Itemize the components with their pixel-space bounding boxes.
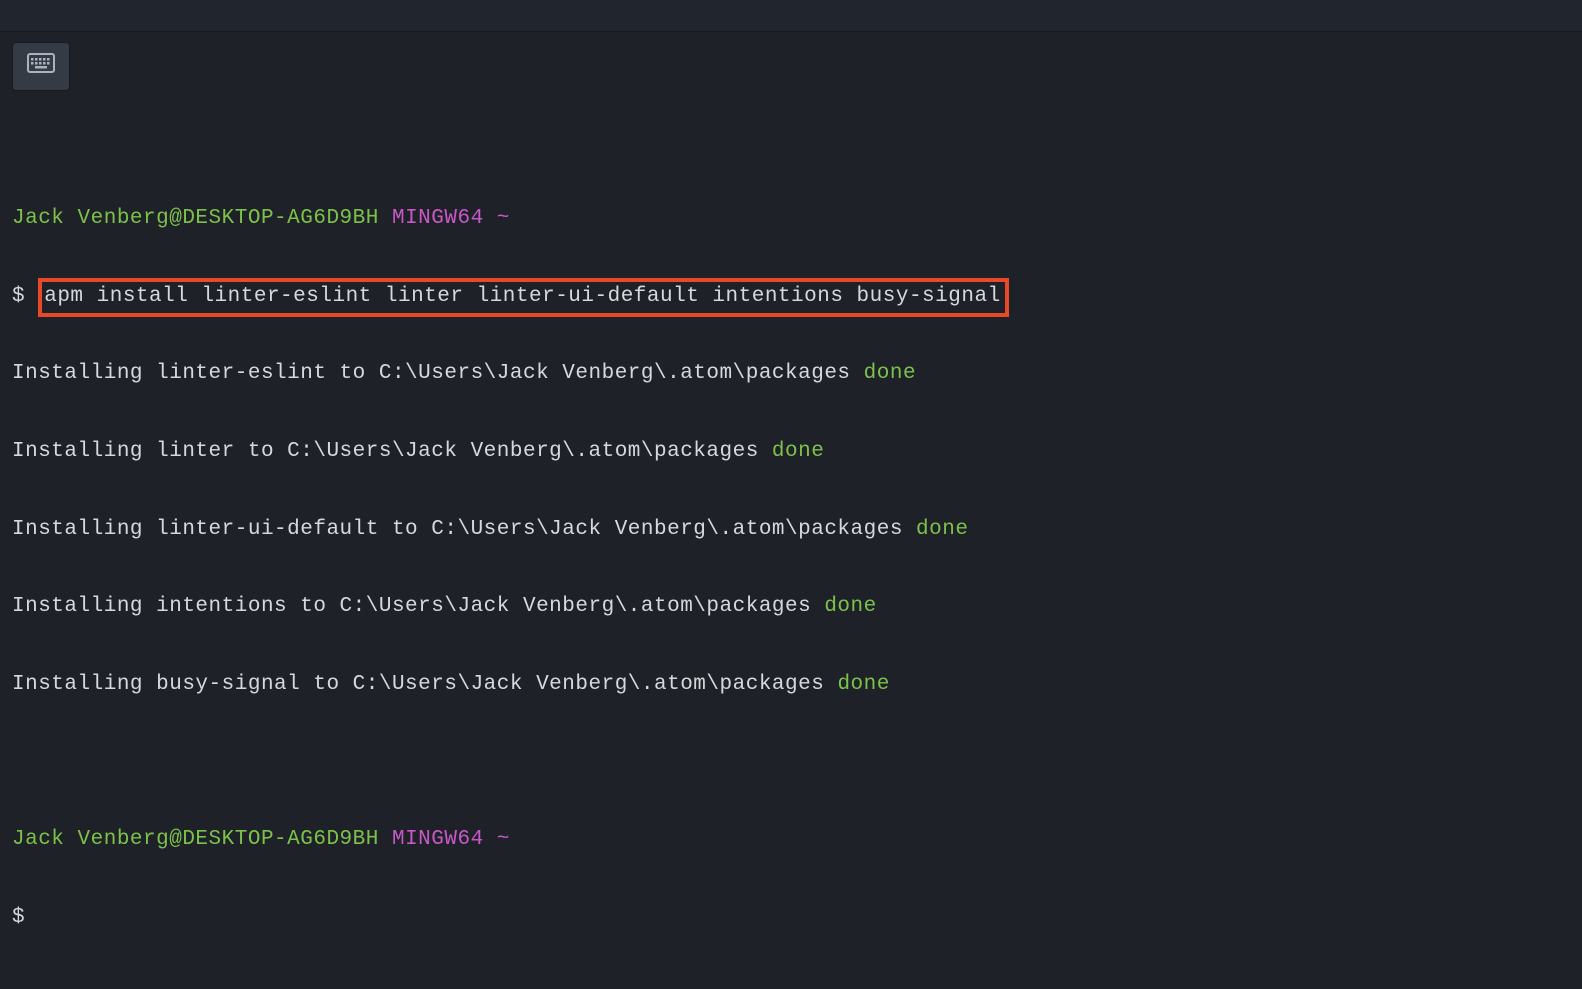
- prompt-sigil: $: [12, 906, 25, 929]
- output-status: done: [916, 518, 968, 541]
- output-text: Installing linter-eslint to C:\Users\Jac…: [12, 362, 864, 385]
- output-text: Installing intentions to C:\Users\Jack V…: [12, 595, 824, 618]
- output-status: done: [772, 440, 824, 463]
- prompt-line-1: Jack Venberg@DESKTOP-AG6D9BH MINGW64 ~: [12, 200, 1570, 239]
- prompt-path: ~: [497, 828, 510, 851]
- output-line: Installing linter to C:\Users\Jack Venbe…: [12, 433, 1570, 472]
- blank-line: [12, 744, 1570, 783]
- output-status: done: [837, 673, 889, 696]
- output-line: Installing busy-signal to C:\Users\Jack …: [12, 666, 1570, 705]
- prompt-env: MINGW64: [392, 828, 484, 851]
- terminal-output[interactable]: Jack Venberg@DESKTOP-AG6D9BH MINGW64 ~ $…: [0, 101, 1582, 989]
- keyboard-icon: [27, 53, 55, 80]
- prompt-env: MINGW64: [392, 207, 484, 230]
- keyboard-button[interactable]: [12, 42, 70, 91]
- command-text: apm install linter-eslint linter linter-…: [44, 285, 1000, 308]
- output-line: Installing intentions to C:\Users\Jack V…: [12, 588, 1570, 627]
- output-text: Installing busy-signal to C:\Users\Jack …: [12, 673, 837, 696]
- output-text: Installing linter to C:\Users\Jack Venbe…: [12, 440, 772, 463]
- command-line-1: $ apm install linter-eslint linter linte…: [12, 278, 1570, 317]
- title-bar: [0, 0, 1582, 32]
- highlighted-command: apm install linter-eslint linter linter-…: [38, 278, 1008, 317]
- output-line: Installing linter-eslint to C:\Users\Jac…: [12, 355, 1570, 394]
- prompt-sigil: $: [12, 285, 25, 308]
- toolbar: [0, 32, 1582, 101]
- prompt-user: Jack Venberg@DESKTOP-AG6D9BH: [12, 207, 379, 230]
- prompt-line-2: Jack Venberg@DESKTOP-AG6D9BH MINGW64 ~: [12, 821, 1570, 860]
- output-status: done: [824, 595, 876, 618]
- prompt-user: Jack Venberg@DESKTOP-AG6D9BH: [12, 828, 379, 851]
- output-line: Installing linter-ui-default to C:\Users…: [12, 511, 1570, 550]
- output-text: Installing linter-ui-default to C:\Users…: [12, 518, 916, 541]
- output-status: done: [864, 362, 916, 385]
- command-line-2: $: [12, 899, 1570, 938]
- prompt-path: ~: [497, 207, 510, 230]
